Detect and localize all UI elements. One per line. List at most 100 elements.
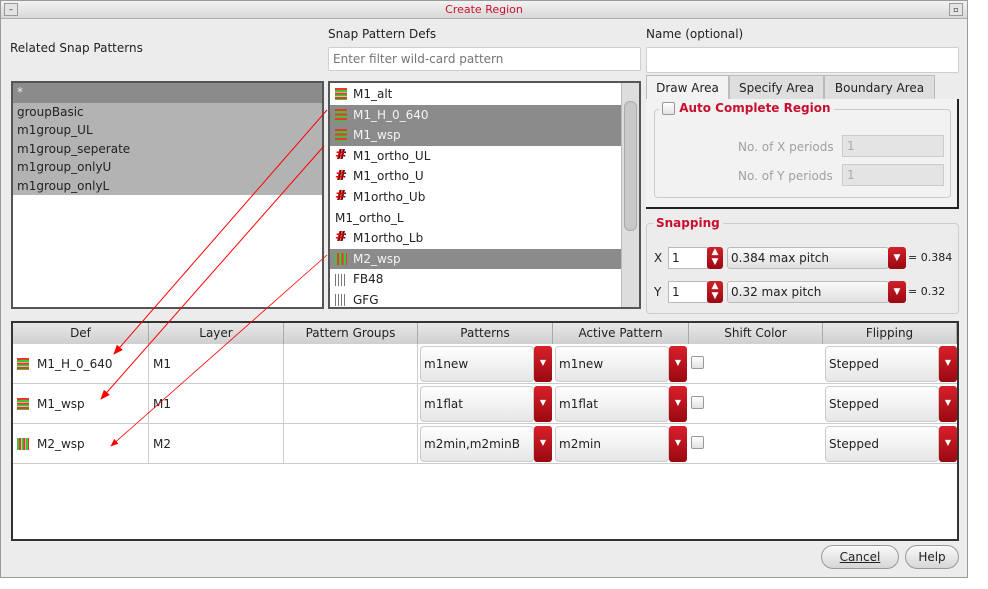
flipping-select[interactable]: Stepped xyxy=(825,346,939,382)
list-item[interactable]: m1group_seperate xyxy=(13,139,322,159)
filter-input[interactable] xyxy=(328,47,641,71)
window-close-button[interactable]: ▫ xyxy=(949,3,963,16)
list-item-label: M1ortho_Lb xyxy=(353,231,424,246)
flipping-select[interactable]: Stepped xyxy=(825,386,939,422)
list-item[interactable]: * xyxy=(13,83,322,103)
list-item-label: M1ortho_Ub xyxy=(353,189,426,204)
list-item-label: GFG xyxy=(353,292,379,307)
list-item[interactable]: groupBasic xyxy=(13,103,322,122)
auto-complete-group: Auto Complete Region No. of X periods 1 … xyxy=(654,101,951,198)
related-snap-patterns-label: Related Snap Patterns xyxy=(10,41,143,55)
layer-cell: M2 xyxy=(149,424,284,464)
def-cell[interactable]: M2_wsp xyxy=(13,424,149,464)
y-multiplier-input[interactable]: 1 xyxy=(668,281,708,303)
list-item[interactable]: M1_H_0_640 xyxy=(330,104,621,126)
related-snap-patterns-list[interactable]: * groupBasic m1group_UL m1group_seperate m1g… xyxy=(11,81,324,309)
dropdown-arrow-icon[interactable]: ▼ xyxy=(534,426,552,462)
layer-cell: M1 xyxy=(149,384,284,424)
hash-pattern-icon: # xyxy=(335,168,346,184)
flipping-select[interactable]: Stepped xyxy=(825,426,939,462)
create-region-dialog: – Create Region ▫ Related Snap Patterns … xyxy=(0,0,968,578)
y-pitch-select[interactable]: 0.32 max pitch xyxy=(727,281,889,303)
column-header[interactable]: Flipping xyxy=(823,323,957,344)
list-item[interactable]: m1group_UL xyxy=(13,121,322,140)
list-item[interactable]: GFG xyxy=(330,290,621,307)
list-item-label: M1_alt xyxy=(353,87,393,101)
def-cell[interactable]: M1_wsp xyxy=(13,384,149,424)
vertical-stripes-icon xyxy=(335,253,347,266)
x-periods-label: No. of X periods xyxy=(738,140,834,154)
tab-boundary-area[interactable]: Boundary Area xyxy=(824,75,935,99)
snap-pattern-defs-list[interactable]: M1_alt M1_H_0_640 M1_wsp # M1_ortho_UL # M1_or… xyxy=(328,81,641,309)
auto-complete-checkbox[interactable] xyxy=(662,102,675,115)
shift-color-checkbox[interactable] xyxy=(691,396,704,409)
window-title: Create Region xyxy=(445,3,523,16)
column-header[interactable]: Layer xyxy=(149,323,284,344)
table-row: M1_H_0_640 M1 m1new ▼ m1new ▼ Stepped ▼ xyxy=(13,344,957,384)
help-button[interactable]: Help xyxy=(905,545,959,569)
list-item[interactable]: m1group_onlyU xyxy=(13,158,322,177)
dropdown-arrow-icon[interactable]: ▼ xyxy=(939,386,957,422)
y-periods-spinbox[interactable]: 1 xyxy=(842,164,944,186)
patterns-select[interactable]: m1flat xyxy=(420,386,534,422)
horizontal-stripes-icon xyxy=(335,108,347,121)
list-item-label: M1_H_0_640 xyxy=(353,107,429,122)
active-pattern-select[interactable]: m1flat xyxy=(555,386,669,422)
shift-color-checkbox[interactable] xyxy=(691,436,704,449)
list-item[interactable]: # M1ortho_Ub xyxy=(330,187,621,208)
dropdown-arrow-icon[interactable]: ▼ xyxy=(939,426,957,462)
tab-draw-area[interactable]: Draw Area xyxy=(646,75,729,99)
list-item[interactable]: # M1ortho_Lb xyxy=(330,228,621,249)
def-name: M2_wsp xyxy=(37,437,85,451)
column-header[interactable]: Pattern Groups xyxy=(284,323,418,344)
dropdown-arrow-icon[interactable]: ▼ xyxy=(669,426,687,462)
y-pitch-dropdown-arrow[interactable]: ▼ xyxy=(888,281,906,303)
draw-area-panel: Auto Complete Region No. of X periods 1 … xyxy=(646,99,959,209)
list-item[interactable]: m1group_onlyL xyxy=(13,176,322,195)
table-row: M2_wsp M2 m2min,m2minB ▼ m2min ▼ Stepped ▼ xyxy=(13,424,957,464)
pattern-groups-cell xyxy=(284,384,418,424)
name-input[interactable] xyxy=(646,47,959,73)
patterns-select[interactable]: m1new xyxy=(420,346,534,382)
list-item[interactable]: FB48 xyxy=(330,269,621,290)
def-cell[interactable]: M1_H_0_640 xyxy=(13,344,149,384)
defs-scrollbar[interactable] xyxy=(621,83,639,307)
name-optional-label: Name (optional) xyxy=(646,27,744,41)
title-bar: – Create Region ▫ xyxy=(1,1,967,19)
active-pattern-select[interactable]: m1new xyxy=(555,346,669,382)
y-spin-buttons[interactable]: ▲ ▼ xyxy=(707,281,723,303)
y-periods-label: No. of Y periods xyxy=(738,169,833,183)
patterns-select[interactable]: m2min,m2minB xyxy=(420,426,534,462)
shift-color-checkbox[interactable] xyxy=(691,356,704,369)
list-item[interactable]: M1_wsp xyxy=(330,125,621,146)
x-pitch-dropdown-arrow[interactable]: ▼ xyxy=(888,247,906,269)
column-header[interactable]: Patterns xyxy=(418,323,553,344)
column-header[interactable]: Shift Color xyxy=(689,323,823,344)
dropdown-arrow-icon[interactable]: ▼ xyxy=(669,386,687,422)
list-item[interactable]: # M1_ortho_U xyxy=(330,166,621,187)
scrollbar-thumb[interactable] xyxy=(624,101,637,231)
x-periods-spinbox[interactable]: 1 xyxy=(842,135,944,157)
x-multiplier-input[interactable]: 1 xyxy=(668,247,708,269)
horizontal-stripes-icon xyxy=(335,88,347,101)
x-spin-buttons[interactable]: ▲ ▼ xyxy=(707,247,723,269)
dropdown-arrow-icon[interactable]: ▼ xyxy=(534,346,552,382)
y-result: = 0.32 xyxy=(908,285,946,298)
list-item[interactable]: M1_alt xyxy=(330,84,621,105)
list-item[interactable]: M1_ortho_L xyxy=(330,208,621,229)
dropdown-arrow-icon[interactable]: ▼ xyxy=(534,386,552,422)
list-item-label: M1_wsp xyxy=(353,128,401,143)
list-item[interactable]: # M1_ortho_UL xyxy=(330,146,621,167)
list-item[interactable]: M2_wsp xyxy=(330,248,621,270)
active-pattern-select[interactable]: m2min xyxy=(555,426,669,462)
column-header[interactable]: Active Pattern xyxy=(553,323,689,344)
dropdown-arrow-icon[interactable]: ▼ xyxy=(669,346,687,382)
column-header[interactable]: Def xyxy=(13,323,149,344)
cancel-button[interactable]: Cancel xyxy=(821,545,899,569)
pattern-groups-cell xyxy=(284,424,418,464)
vertical-stripes-icon xyxy=(17,438,29,450)
dropdown-arrow-icon[interactable]: ▼ xyxy=(939,346,957,382)
tab-specify-area[interactable]: Specify Area xyxy=(729,75,824,99)
list-item-label: M2_wsp xyxy=(353,251,401,266)
x-pitch-select[interactable]: 0.384 max pitch xyxy=(727,247,889,269)
